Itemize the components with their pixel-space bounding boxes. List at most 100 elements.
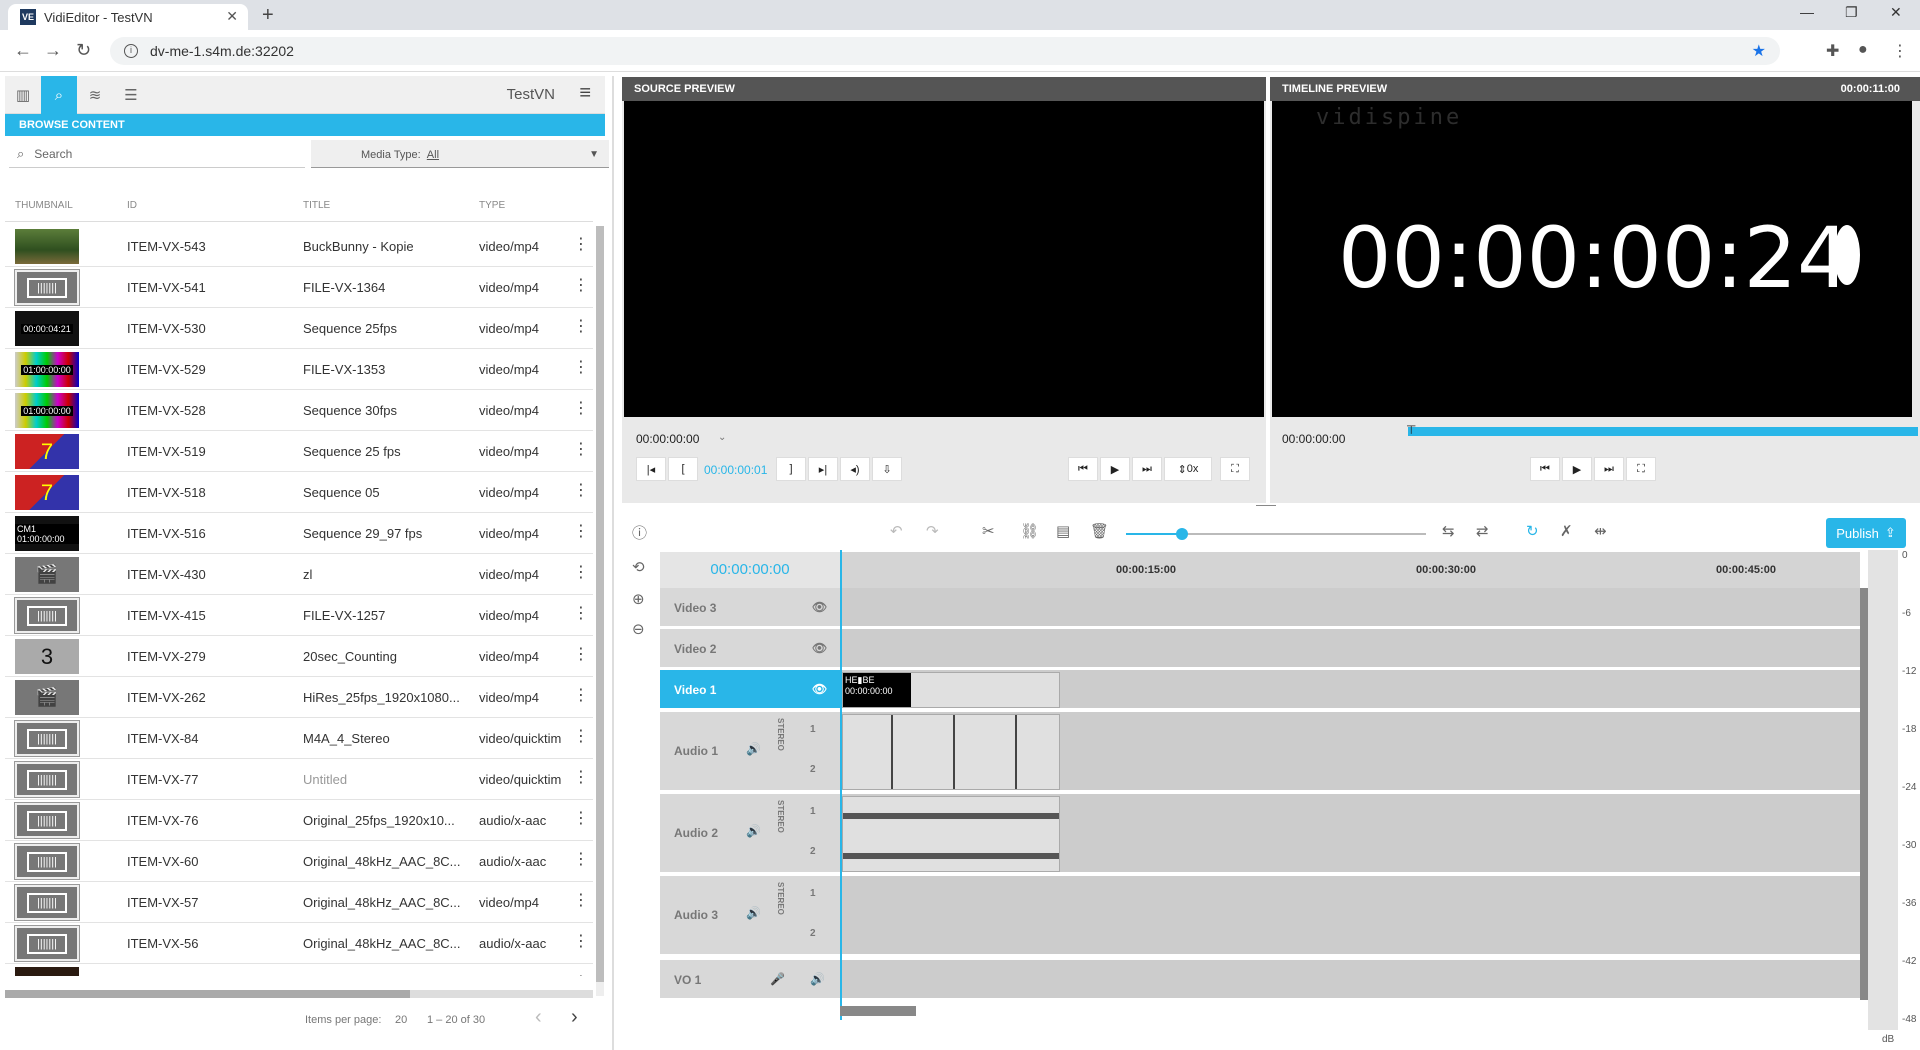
- table-row[interactable]: ||||||| ITEM-VX-541 FILE-VX-1364 video/mp4 ⋮: [5, 267, 593, 308]
- table-row[interactable]: 🎬 ITEM-VX-262 HiRes_25fps_1920x1080... vide…: [5, 677, 593, 718]
- list-horizontal-scrollbar[interactable]: [5, 990, 593, 998]
- move-left-icon[interactable]: ⇆: [1442, 522, 1455, 540]
- playhead[interactable]: [840, 550, 842, 1020]
- reset-icon[interactable]: ⟲: [632, 558, 645, 576]
- bookmark-star-icon[interactable]: ★: [1752, 41, 1766, 61]
- next-frame-icon[interactable]: ⏭: [1132, 457, 1162, 481]
- prev-frame-icon[interactable]: ⏮: [1530, 457, 1560, 481]
- list-vertical-scrollbar[interactable]: [596, 226, 604, 996]
- table-row[interactable]: 00:00:04:21 ITEM-VX-530 Sequence 25fps vide…: [5, 308, 593, 349]
- split-icon[interactable]: ⇹: [1594, 522, 1607, 540]
- browser-tab[interactable]: VE VidiEditor - TestVN ✕: [8, 4, 248, 30]
- more-options-icon[interactable]: ⋮: [573, 234, 589, 254]
- table-row[interactable]: 01:00:00:00 ITEM-VX-528 Sequence 30fps vide…: [5, 390, 593, 431]
- more-options-icon[interactable]: ⋮: [573, 726, 589, 746]
- more-options-icon[interactable]: ⋮: [573, 644, 589, 664]
- volume-icon[interactable]: ◂): [840, 457, 870, 481]
- fullscreen-icon[interactable]: ⛶: [1220, 457, 1250, 481]
- speaker-icon[interactable]: 🔊: [810, 972, 825, 986]
- close-tab-icon[interactable]: ✕: [226, 8, 238, 25]
- next-frame-icon[interactable]: ⏭: [1594, 457, 1624, 481]
- redo-icon[interactable]: ↷: [926, 522, 939, 540]
- settings-sliders-icon[interactable]: ☰: [113, 76, 149, 114]
- more-options-icon[interactable]: ⋮: [573, 972, 589, 976]
- new-tab-icon[interactable]: +: [262, 4, 274, 27]
- more-options-icon[interactable]: ⋮: [573, 398, 589, 418]
- table-row[interactable]: ITEM-VX-543 BuckBunny - Kopie video/mp4 ⋮: [5, 226, 593, 267]
- source-video-screen[interactable]: [624, 101, 1264, 417]
- eye-icon[interactable]: 👁: [812, 682, 827, 696]
- add-track-icon[interactable]: ⊕: [632, 590, 645, 608]
- magnet-icon[interactable]: ↻: [1526, 522, 1539, 540]
- link-icon[interactable]: ⛓: [1020, 522, 1039, 540]
- table-row[interactable]: 7 ITEM-VX-518 Sequence 05 video/mp4 ⋮: [5, 472, 593, 513]
- play-icon[interactable]: ▶: [1562, 457, 1592, 481]
- more-options-icon[interactable]: ⋮: [573, 439, 589, 459]
- more-options-icon[interactable]: ⋮: [573, 357, 589, 377]
- go-to-start-icon[interactable]: |◂: [636, 457, 666, 481]
- more-options-icon[interactable]: ⋮: [573, 890, 589, 910]
- back-icon[interactable]: ←: [14, 40, 32, 61]
- search-icon[interactable]: ⌕: [41, 76, 77, 114]
- progress-handle[interactable]: ⊤: [1406, 423, 1416, 437]
- filter-icon[interactable]: ≋: [77, 76, 113, 114]
- delete-icon[interactable]: 🗑: [1090, 522, 1109, 540]
- more-options-icon[interactable]: ⋮: [573, 480, 589, 500]
- audio-clip[interactable]: [842, 714, 1060, 790]
- minimize-icon[interactable]: —: [1800, 4, 1814, 20]
- go-to-end-icon[interactable]: ▸|: [808, 457, 838, 481]
- undo-icon[interactable]: ↶: [890, 522, 903, 540]
- layout-icon[interactable]: ▥: [5, 76, 41, 114]
- table-row[interactable]: ||||||| ITEM-VX-60 Original_48kHz_AAC_8C..…: [5, 841, 593, 882]
- close-window-icon[interactable]: ✕: [1890, 4, 1902, 21]
- scissors-icon[interactable]: ✂: [982, 522, 995, 540]
- timeline-scroll-thumb[interactable]: [840, 1006, 916, 1016]
- table-row[interactable]: ||||||| ITEM-VX-76 Original_25fps_1920x10.…: [5, 800, 593, 841]
- prev-frame-icon[interactable]: ⏮: [1068, 457, 1098, 481]
- panel-divider[interactable]: [612, 76, 614, 1050]
- mark-in-icon[interactable]: [: [668, 457, 698, 481]
- align-icon[interactable]: ▤: [1056, 522, 1070, 540]
- items-per-page-select[interactable]: 20: [395, 1014, 407, 1026]
- search-input[interactable]: ⌕ Search: [9, 140, 305, 168]
- scroll-thumb[interactable]: [5, 990, 410, 998]
- url-field[interactable]: i dv-me-1.s4m.de:32202 ★: [110, 37, 1780, 65]
- play-icon[interactable]: ▶: [1100, 457, 1130, 481]
- preview-progress-bar[interactable]: [1408, 427, 1918, 436]
- hamburger-menu-icon[interactable]: ≡: [579, 82, 591, 105]
- mark-out-icon[interactable]: ]: [776, 457, 806, 481]
- more-options-icon[interactable]: ⋮: [573, 275, 589, 295]
- move-right-icon[interactable]: ⇄: [1476, 522, 1489, 540]
- fullscreen-icon[interactable]: ⛶: [1626, 457, 1656, 481]
- speaker-icon[interactable]: 🔊: [746, 742, 761, 756]
- table-row[interactable]: ITEM-VX-50newAssetFileNamevideo/mp4⋮: [5, 964, 593, 976]
- speaker-icon[interactable]: 🔊: [746, 824, 761, 838]
- col-type[interactable]: TYPE: [479, 200, 505, 211]
- table-row[interactable]: CM1 01:00:00:00 ITEM-VX-516 Sequence 29_97…: [5, 513, 593, 554]
- table-row[interactable]: ||||||| ITEM-VX-56 Original_48kHz_AAC_8C..…: [5, 923, 593, 964]
- more-options-icon[interactable]: ⋮: [573, 685, 589, 705]
- table-row[interactable]: ||||||| ITEM-VX-77 Untitled video/quicktim ⋮: [5, 759, 593, 800]
- restore-icon[interactable]: ❐: [1845, 4, 1858, 21]
- profile-icon[interactable]: ●: [1858, 41, 1868, 59]
- site-info-icon[interactable]: i: [124, 44, 138, 58]
- table-row[interactable]: 01:00:00:00 ITEM-VX-529 FILE-VX-1353 video/…: [5, 349, 593, 390]
- col-id[interactable]: ID: [127, 200, 137, 211]
- more-options-icon[interactable]: ⋮: [573, 931, 589, 951]
- speaker-icon[interactable]: 🔊: [746, 906, 761, 920]
- more-options-icon[interactable]: ⋮: [573, 316, 589, 336]
- speed-control[interactable]: ⇕ 0x: [1164, 457, 1212, 481]
- eye-icon[interactable]: 👁: [812, 641, 827, 655]
- table-row[interactable]: ||||||| ITEM-VX-57 Original_48kHz_AAC_8C..…: [5, 882, 593, 923]
- table-row[interactable]: 7 ITEM-VX-519 Sequence 25 fps video/mp4 ⋮: [5, 431, 593, 472]
- forward-icon[interactable]: →: [44, 40, 62, 61]
- video-clip[interactable]: HE▮BE 00:00:00:00: [842, 672, 1060, 708]
- browser-menu-icon[interactable]: ⋮: [1892, 41, 1908, 61]
- table-row[interactable]: ||||||| ITEM-VX-84 M4A_4_Stereo video/quick…: [5, 718, 593, 759]
- extensions-icon[interactable]: ✚: [1826, 41, 1839, 61]
- more-options-icon[interactable]: ⋮: [573, 767, 589, 787]
- mark-timecode[interactable]: 00:00:00:01: [704, 463, 767, 477]
- info-icon[interactable]: ⓘ: [632, 522, 647, 543]
- current-timecode[interactable]: 00:00:00:00: [660, 552, 840, 588]
- table-row[interactable]: 🎬 ITEM-VX-430 zl video/mp4 ⋮: [5, 554, 593, 595]
